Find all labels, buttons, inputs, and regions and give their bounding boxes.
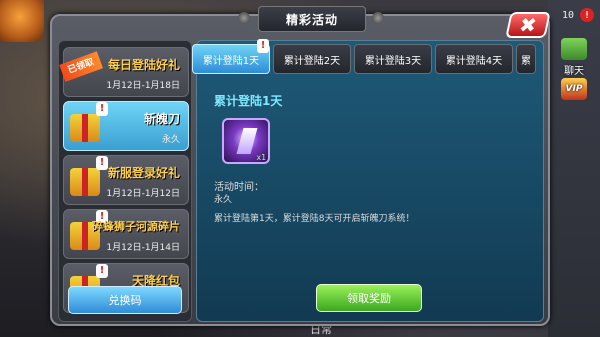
dialog-title: 精彩活动 bbox=[285, 12, 338, 27]
chat-icon bbox=[561, 38, 587, 60]
title-deco-left bbox=[238, 12, 250, 24]
content-title: 累计登陆1天 bbox=[214, 94, 283, 108]
activity-name: 新服登录好礼 bbox=[107, 166, 180, 180]
tab-day-1[interactable]: 累计登陆1天 ! bbox=[192, 39, 270, 74]
activity-name: 碎蜂狮子河源碎片 bbox=[92, 220, 180, 233]
alert-icon: ! bbox=[96, 264, 108, 278]
activity-name: 斩魄刀 bbox=[143, 112, 180, 126]
activity-date: 永久 bbox=[161, 135, 180, 145]
alert-badge[interactable]: ! bbox=[580, 8, 594, 22]
chat-label: 聊天 bbox=[564, 66, 584, 77]
tab-label: 累计登陆1天 bbox=[202, 55, 260, 67]
activity-item-daily-login[interactable]: 已领取 每日登陆好礼 1月12日-1月18日 bbox=[59, 47, 189, 97]
activity-item-new-server[interactable]: ! 新服登录好礼 1月12日-1月12日 bbox=[63, 155, 189, 205]
reward-item-count: x1 bbox=[256, 153, 266, 162]
gift-icon bbox=[70, 168, 100, 196]
claim-reward-button[interactable]: 领取奖励 bbox=[316, 284, 422, 312]
activity-name: 每日登陆好礼 bbox=[107, 58, 180, 72]
gift-icon bbox=[70, 114, 100, 142]
time-value: 永久 bbox=[214, 195, 233, 205]
activity-date: 1月12日-1月18日 bbox=[106, 81, 180, 91]
tab-day-3[interactable]: 累计登陆3天 bbox=[354, 44, 432, 74]
status-bar: 10 ! bbox=[562, 8, 594, 22]
reward-item-icon[interactable]: x1 bbox=[222, 118, 270, 164]
alert-icon: ! bbox=[96, 102, 108, 116]
chat-button[interactable]: 聊天 bbox=[554, 38, 594, 77]
tab-day-4[interactable]: 累计登陆4天 bbox=[435, 44, 513, 74]
activity-list[interactable]: 已领取 每日登陆好礼 1月12日-1月18日 ! 斩魄刀 永久 ! 新服登录好礼… bbox=[58, 40, 192, 322]
status-time: 10 bbox=[561, 9, 574, 21]
tab-label: 累计登陆4天 bbox=[445, 55, 503, 67]
activity-item-zanpakuto[interactable]: ! 斩魄刀 永久 bbox=[63, 101, 189, 151]
vip-icon: VIP bbox=[561, 78, 587, 100]
alert-icon: ! bbox=[257, 39, 269, 53]
close-button[interactable]: ✖ bbox=[505, 12, 551, 38]
tab-label: 累 bbox=[521, 55, 531, 67]
title-deco-right bbox=[372, 12, 384, 24]
close-icon: ✖ bbox=[517, 13, 539, 37]
player-avatar[interactable] bbox=[0, 0, 44, 42]
alert-icon: ! bbox=[96, 156, 108, 170]
activity-date: 1月12日-1月12日 bbox=[106, 189, 180, 199]
activity-item-fragments[interactable]: ! 碎蜂狮子河源碎片 1月12日-1月14日 bbox=[63, 209, 189, 259]
tab-day-2[interactable]: 累计登陆2天 bbox=[273, 44, 351, 74]
tab-label: 累计登陆3天 bbox=[364, 55, 422, 67]
claimed-tag: 已领取 bbox=[59, 51, 103, 82]
vip-button[interactable]: VIP bbox=[554, 78, 594, 102]
time-label: 活动时间： bbox=[214, 182, 264, 193]
tab-day-5[interactable]: 累 bbox=[516, 44, 536, 74]
activity-description: 累计登陆第1天，累计登陆8天可开启斩魄刀系统！ bbox=[214, 214, 415, 224]
activity-date: 1月12日-1月14日 bbox=[106, 243, 180, 253]
redeem-code-button[interactable]: 兑换码 bbox=[68, 286, 182, 314]
tab-label: 累计登陆2天 bbox=[283, 55, 341, 67]
login-day-tabs: 累计登陆1天 ! 累计登陆2天 累计登陆3天 累计登陆4天 累 bbox=[192, 39, 536, 74]
dialog-title-bar: 精彩活动 bbox=[258, 6, 366, 32]
